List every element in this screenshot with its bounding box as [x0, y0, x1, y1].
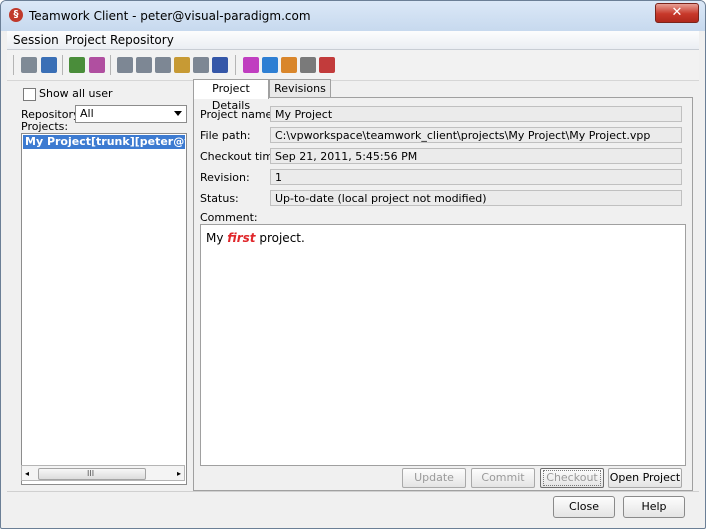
show-all-user-label: Show all user [39, 87, 113, 100]
menu-project[interactable]: Project [65, 33, 106, 47]
comment-text-emphasis: first [227, 231, 256, 245]
list-item[interactable]: My Project[trunk][peter@visual- [23, 135, 185, 149]
projects-list[interactable]: My Project[trunk][peter@visual- [21, 133, 187, 485]
merge-icon[interactable] [155, 57, 171, 73]
menu-repository[interactable]: Repository [110, 33, 174, 47]
toolbar-separator [110, 55, 111, 75]
toolbar-separator [13, 55, 14, 75]
scrollbar-grip: III [87, 469, 95, 478]
tag-icon[interactable] [136, 57, 152, 73]
delete-icon[interactable] [319, 57, 335, 73]
toolbar-separator [62, 55, 63, 75]
file-path-label: File path: [200, 129, 251, 142]
comment-text-post: project. [255, 231, 305, 245]
repository-select-value: All [80, 107, 94, 120]
window-close-button[interactable]: ✕ [655, 3, 699, 23]
export-icon[interactable] [89, 57, 105, 73]
scroll-left-icon[interactable]: ◂ [25, 469, 29, 478]
status-field: Up-to-date (local project not modified) [270, 190, 682, 206]
update-arrow-icon[interactable] [262, 57, 278, 73]
focus-ring [543, 470, 601, 486]
show-all-user-checkbox[interactable] [23, 88, 36, 101]
scrollbar-thumb[interactable]: III [38, 468, 146, 480]
window-title: Teamwork Client - peter@visual-paradigm.… [29, 9, 311, 23]
teamwork-client-window: § Teamwork Client - peter@visual-paradig… [0, 0, 706, 529]
comment-text-pre: My [206, 231, 228, 245]
comment-label: Comment: [200, 211, 258, 224]
import-icon[interactable] [69, 57, 85, 73]
update-button[interactable]: Update [402, 468, 466, 488]
menu-bar: Session Project Repository [7, 31, 699, 50]
title-bar: § Teamwork Client - peter@visual-paradig… [1, 1, 705, 31]
toolbar-separator [235, 55, 236, 75]
commit-icon[interactable] [21, 57, 37, 73]
repository-select[interactable]: All [75, 105, 187, 123]
commit-button[interactable]: Commit [471, 468, 535, 488]
help-button[interactable]: Help [623, 496, 685, 518]
app-logo-icon: § [9, 8, 23, 22]
chevron-down-icon [174, 111, 182, 116]
tab-revisions[interactable]: Revisions [269, 79, 331, 98]
projects-label: Projects: [21, 120, 69, 133]
branch-icon[interactable] [117, 57, 133, 73]
copy-icon[interactable] [193, 57, 209, 73]
status-label: Status: [200, 192, 239, 205]
checkout-time-field: Sep 21, 2011, 5:45:56 PM [270, 148, 682, 164]
project-browser-panel: Show all user Repository: All Projects: … [17, 81, 189, 485]
scroll-right-icon[interactable]: ▸ [177, 469, 181, 478]
tab-project-details[interactable]: Project Details [193, 79, 269, 112]
divider [7, 491, 699, 492]
menu-session[interactable]: Session [13, 33, 59, 47]
flag-icon[interactable] [243, 57, 259, 73]
project-details-panel: Project name: My Project File path: C:\v… [193, 97, 693, 491]
open-project-button[interactable]: Open Project [608, 468, 682, 488]
folder-icon[interactable] [174, 57, 190, 73]
close-button[interactable]: Close [553, 496, 615, 518]
search-icon[interactable] [212, 57, 228, 73]
file-path-field: C:\vpworkspace\teamwork_client\projects\… [270, 127, 682, 143]
project-name-field: My Project [270, 106, 682, 122]
revision-field: 1 [270, 169, 682, 185]
comment-field[interactable]: My first project. [200, 224, 686, 466]
revert-arrow-icon[interactable] [281, 57, 297, 73]
checkout-button[interactable]: Checkout [540, 468, 604, 488]
open-icon[interactable] [41, 57, 57, 73]
horizontal-scrollbar[interactable]: ◂ III ▸ [21, 465, 185, 481]
lock-icon[interactable] [300, 57, 316, 73]
revision-label: Revision: [200, 171, 250, 184]
toolbar [7, 50, 699, 81]
comment-text: My first project. [206, 231, 305, 245]
